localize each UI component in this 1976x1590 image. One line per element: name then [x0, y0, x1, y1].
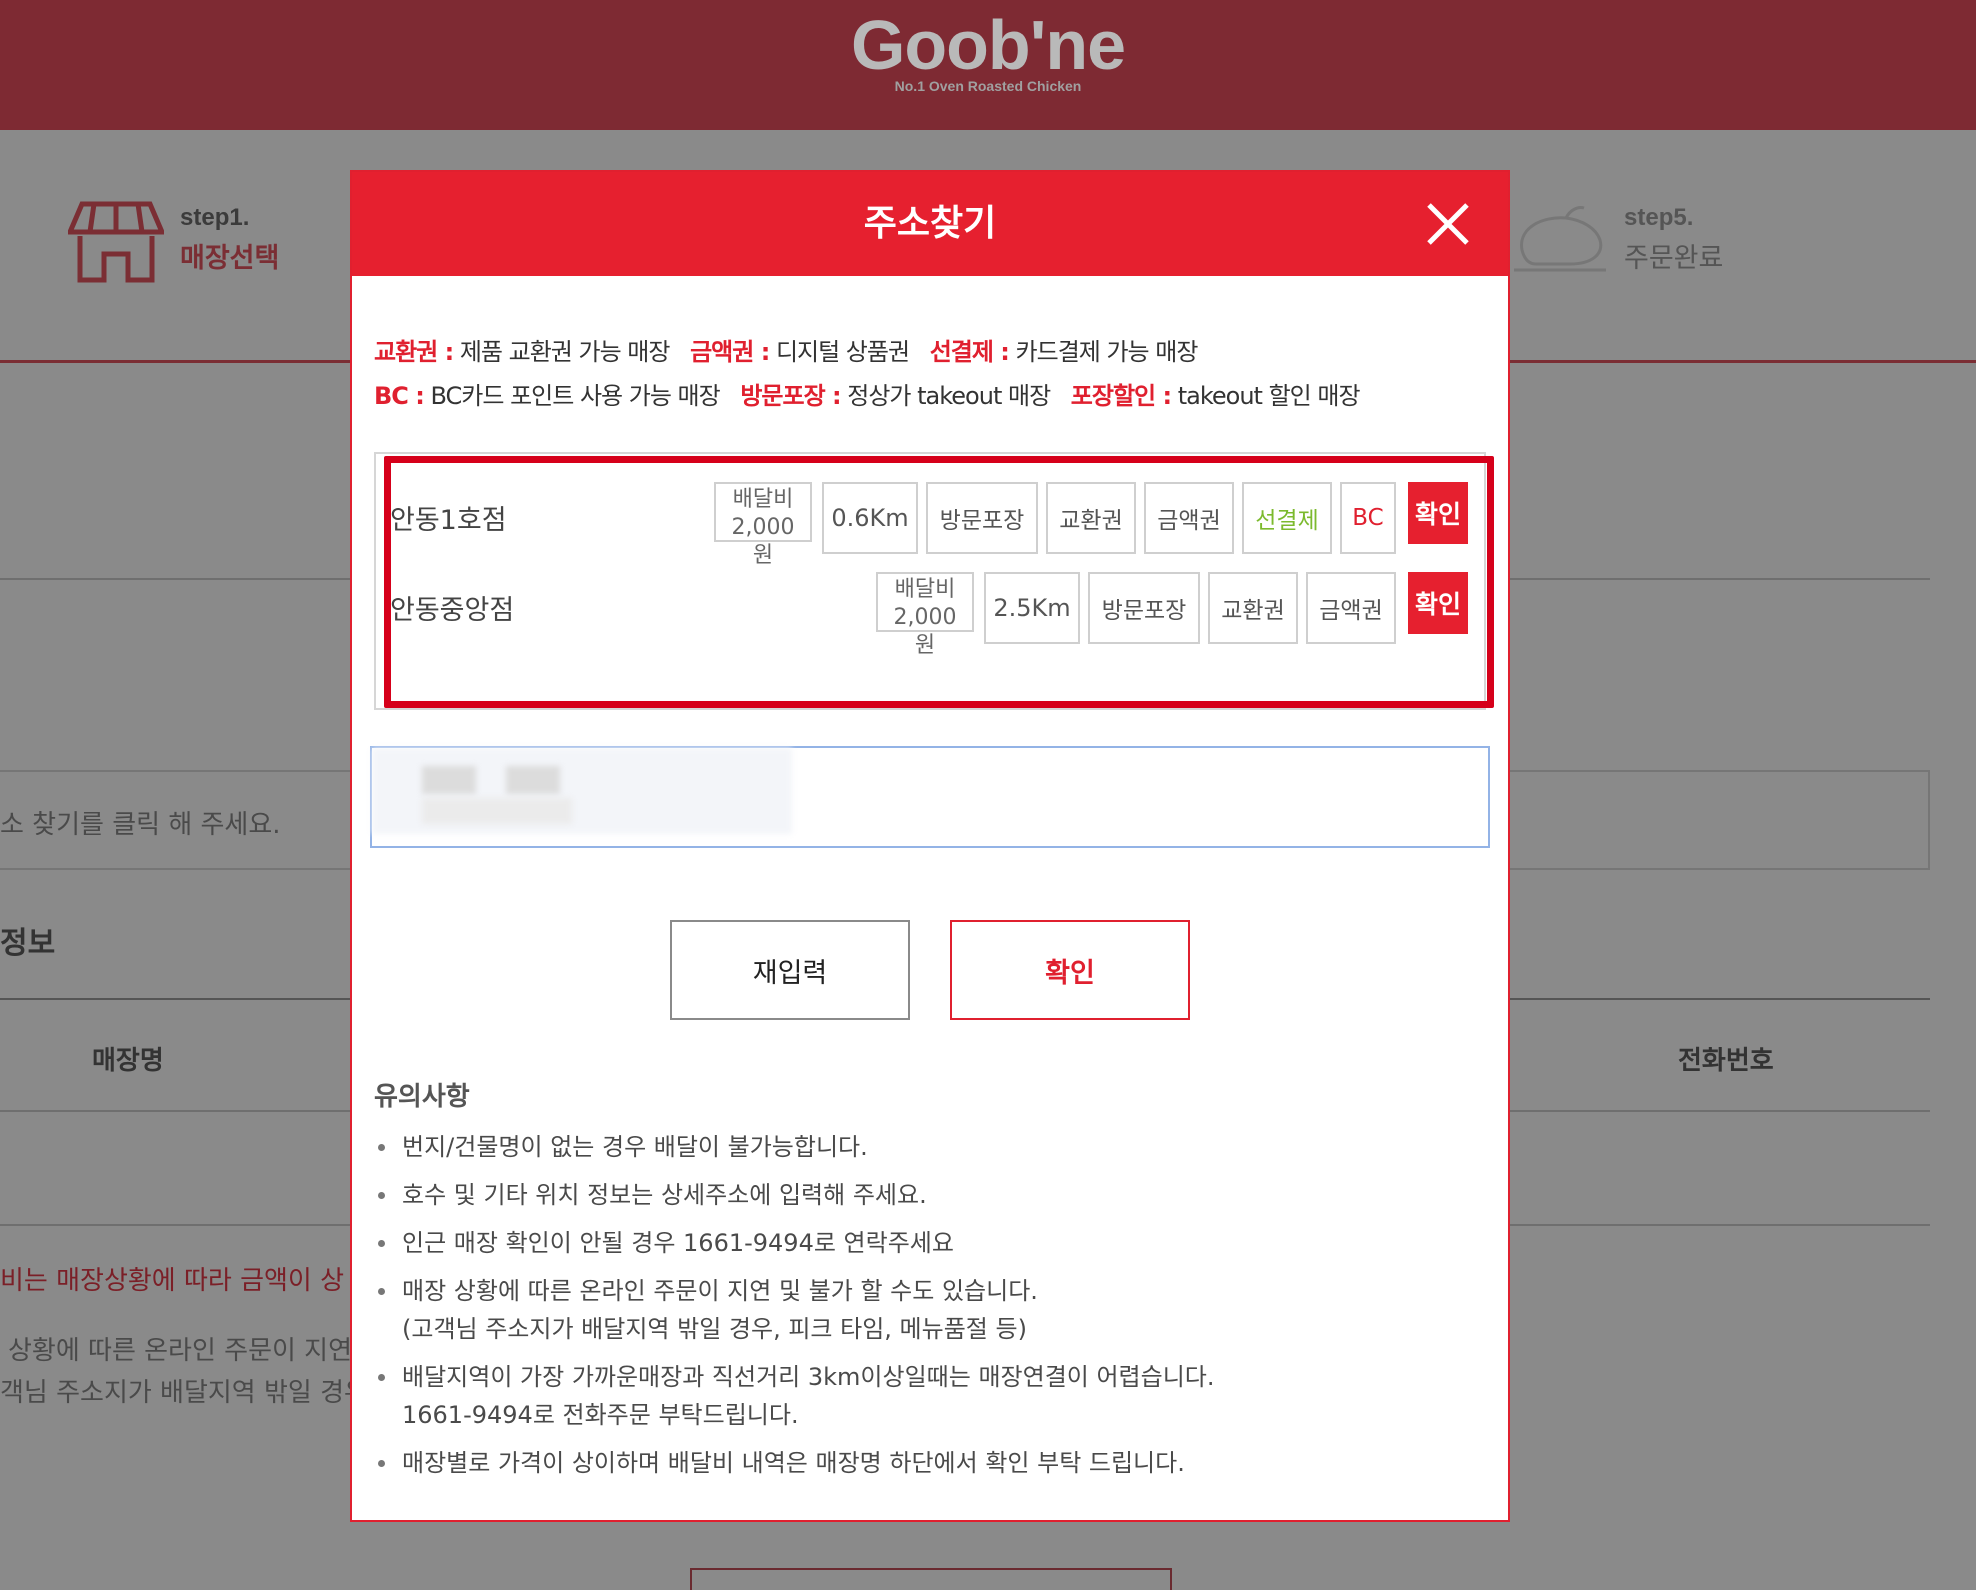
- note-text: 번지/건물명이 없는 경우 배달이 불가능합니다.: [402, 1133, 868, 1161]
- blurred-address: [506, 766, 560, 794]
- legend-desc: 디지털 상품권: [775, 338, 910, 366]
- store-icon: [68, 201, 164, 283]
- bg-input-hint: 소 찾기를 클릭 해 주세요.: [0, 810, 281, 840]
- legend-desc: 정상가 takeout 매장: [847, 382, 1051, 410]
- blurred-address: [422, 766, 476, 794]
- tag-voucher: 교환권: [1208, 572, 1298, 644]
- tag-takeout: 방문포장: [1088, 572, 1200, 644]
- legend-desc: BC카드 포인트 사용 가능 매장: [430, 382, 721, 410]
- store-confirm-button[interactable]: 확인: [1408, 482, 1468, 544]
- note-text: 인근 매장 확인이 안될 경우 1661-9494로 연락주세요: [402, 1229, 954, 1257]
- fee-unit: 원: [914, 633, 936, 658]
- delivery-fee: 배달비 2,000 원: [876, 572, 974, 660]
- bg-fee-note: 비는 매장상황에 따라 금액이 상: [0, 1266, 345, 1296]
- note-item: 배달지역이 가장 가까운매장과 직선거리 3km이상일때는 매장연결이 어렵습니…: [374, 1358, 1484, 1434]
- notes-title: 유의사항: [374, 1082, 470, 1112]
- store-name: 안동1호점: [390, 505, 507, 536]
- close-icon[interactable]: [1426, 202, 1470, 246]
- notes-list: 번지/건물명이 없는 경우 배달이 불가능합니다. 호수 및 기타 위치 정보는…: [374, 1128, 1484, 1492]
- legend-desc: takeout 할인 매장: [1177, 382, 1361, 410]
- col-store-name: 매장명: [92, 1046, 164, 1076]
- bg-submit-button[interactable]: [690, 1568, 1172, 1590]
- fee-label: 배달비: [732, 487, 794, 512]
- step-1-label: 매장선택: [180, 243, 280, 274]
- bg-note-line2: 객님 주소지가 배달지역 밖일 경우: [0, 1378, 368, 1408]
- step-1: step1. 매장선택: [180, 204, 279, 275]
- legend-key: 교환권 :: [374, 338, 454, 366]
- tag-giftcard: 금액권: [1306, 572, 1396, 644]
- note-item: 번지/건물명이 없는 경우 배달이 불가능합니다.: [374, 1128, 1484, 1166]
- modal-title: 주소찾기: [863, 203, 997, 244]
- legend-key: 방문포장 :: [740, 382, 841, 410]
- store-confirm-button[interactable]: 확인: [1408, 572, 1468, 634]
- address-search-modal: 주소찾기 교환권 : 제품 교환권 가능 매장 금액권 : 디지털 상품권 선결…: [350, 170, 1510, 1522]
- confirm-button[interactable]: 확인: [950, 920, 1190, 1020]
- legend-key: BC :: [374, 382, 425, 410]
- distance-badge: 0.6Km: [822, 482, 918, 554]
- site-logo[interactable]: Goob'ne No.1 Oven Roasted Chicken: [0, 6, 1976, 94]
- logo-text: Goob'ne: [850, 6, 1126, 84]
- legend-key: 금액권 :: [690, 338, 770, 366]
- legend-row-1: 교환권 : 제품 교환권 가능 매장 금액권 : 디지털 상품권 선결제 : 카…: [374, 332, 1199, 367]
- tag-giftcard: 금액권: [1144, 482, 1234, 554]
- note-text: 1661-9494로 전화주문 부탁드립니다.: [402, 1401, 799, 1429]
- chicken-icon: [1514, 206, 1606, 272]
- col-phone: 전화번호: [1678, 1046, 1774, 1076]
- tag-voucher: 교환권: [1046, 482, 1136, 554]
- note-item: 매장별로 가격이 상이하며 배달비 내역은 매장명 하단에서 확인 부탁 드립니…: [374, 1444, 1484, 1482]
- step-5-num: step5.: [1624, 204, 1694, 231]
- legend-key: 선결제 :: [929, 338, 1010, 366]
- logo-subtitle: No.1 Oven Roasted Chicken: [894, 78, 1082, 94]
- fee-value: 2,000: [893, 605, 957, 630]
- note-item: 호수 및 기타 위치 정보는 상세주소에 입력해 주세요.: [374, 1176, 1484, 1214]
- store-name: 안동중앙점: [390, 595, 515, 626]
- fee-value: 2,000: [731, 515, 795, 540]
- blurred-address: [422, 798, 572, 824]
- distance-badge: 2.5Km: [984, 572, 1080, 644]
- step-5: step5. 주문완료: [1624, 204, 1723, 275]
- tag-prepay: 선결제: [1242, 482, 1332, 554]
- step-1-num: step1.: [180, 204, 250, 231]
- delivery-fee: 배달비 2,000 원: [714, 482, 812, 570]
- legend-key: 포장할인 :: [1070, 382, 1172, 410]
- legend-desc: 제품 교환권 가능 매장: [459, 338, 671, 366]
- legend-row-2: BC : BC카드 포인트 사용 가능 매장 방문포장 : 정상가 takeou…: [374, 376, 1361, 411]
- note-item: 인근 매장 확인이 안될 경우 1661-9494로 연락주세요: [374, 1224, 1484, 1262]
- bg-section-title: 정보: [0, 926, 56, 961]
- note-text: 매장별로 가격이 상이하며 배달비 내역은 매장명 하단에서 확인 부탁 드립니…: [402, 1449, 1185, 1477]
- tag-bc: BC: [1340, 482, 1396, 554]
- bg-note-line1: 상황에 따른 온라인 주문이 지연: [8, 1336, 353, 1366]
- note-text: 배달지역이 가장 가까운매장과 직선거리 3km이상일때는 매장연결이 어렵습니…: [402, 1363, 1215, 1391]
- address-input[interactable]: [370, 746, 1490, 848]
- fee-unit: 원: [752, 543, 774, 568]
- note-text: 매장 상황에 따른 온라인 주문이 지연 및 불가 할 수도 있습니다.: [402, 1277, 1038, 1305]
- fee-label: 배달비: [894, 577, 956, 602]
- note-text: 호수 및 기타 위치 정보는 상세주소에 입력해 주세요.: [402, 1181, 927, 1209]
- note-text: (고객님 주소지가 배달지역 밖일 경우, 피크 타임, 메뉴품절 등): [402, 1315, 1027, 1343]
- note-item: 매장 상황에 따른 온라인 주문이 지연 및 불가 할 수도 있습니다. (고객님…: [374, 1272, 1484, 1348]
- tag-takeout: 방문포장: [926, 482, 1038, 554]
- reset-button[interactable]: 재입력: [670, 920, 910, 1020]
- step-5-label: 주문완료: [1624, 243, 1724, 274]
- legend-desc: 카드결제 가능 매장: [1015, 338, 1199, 366]
